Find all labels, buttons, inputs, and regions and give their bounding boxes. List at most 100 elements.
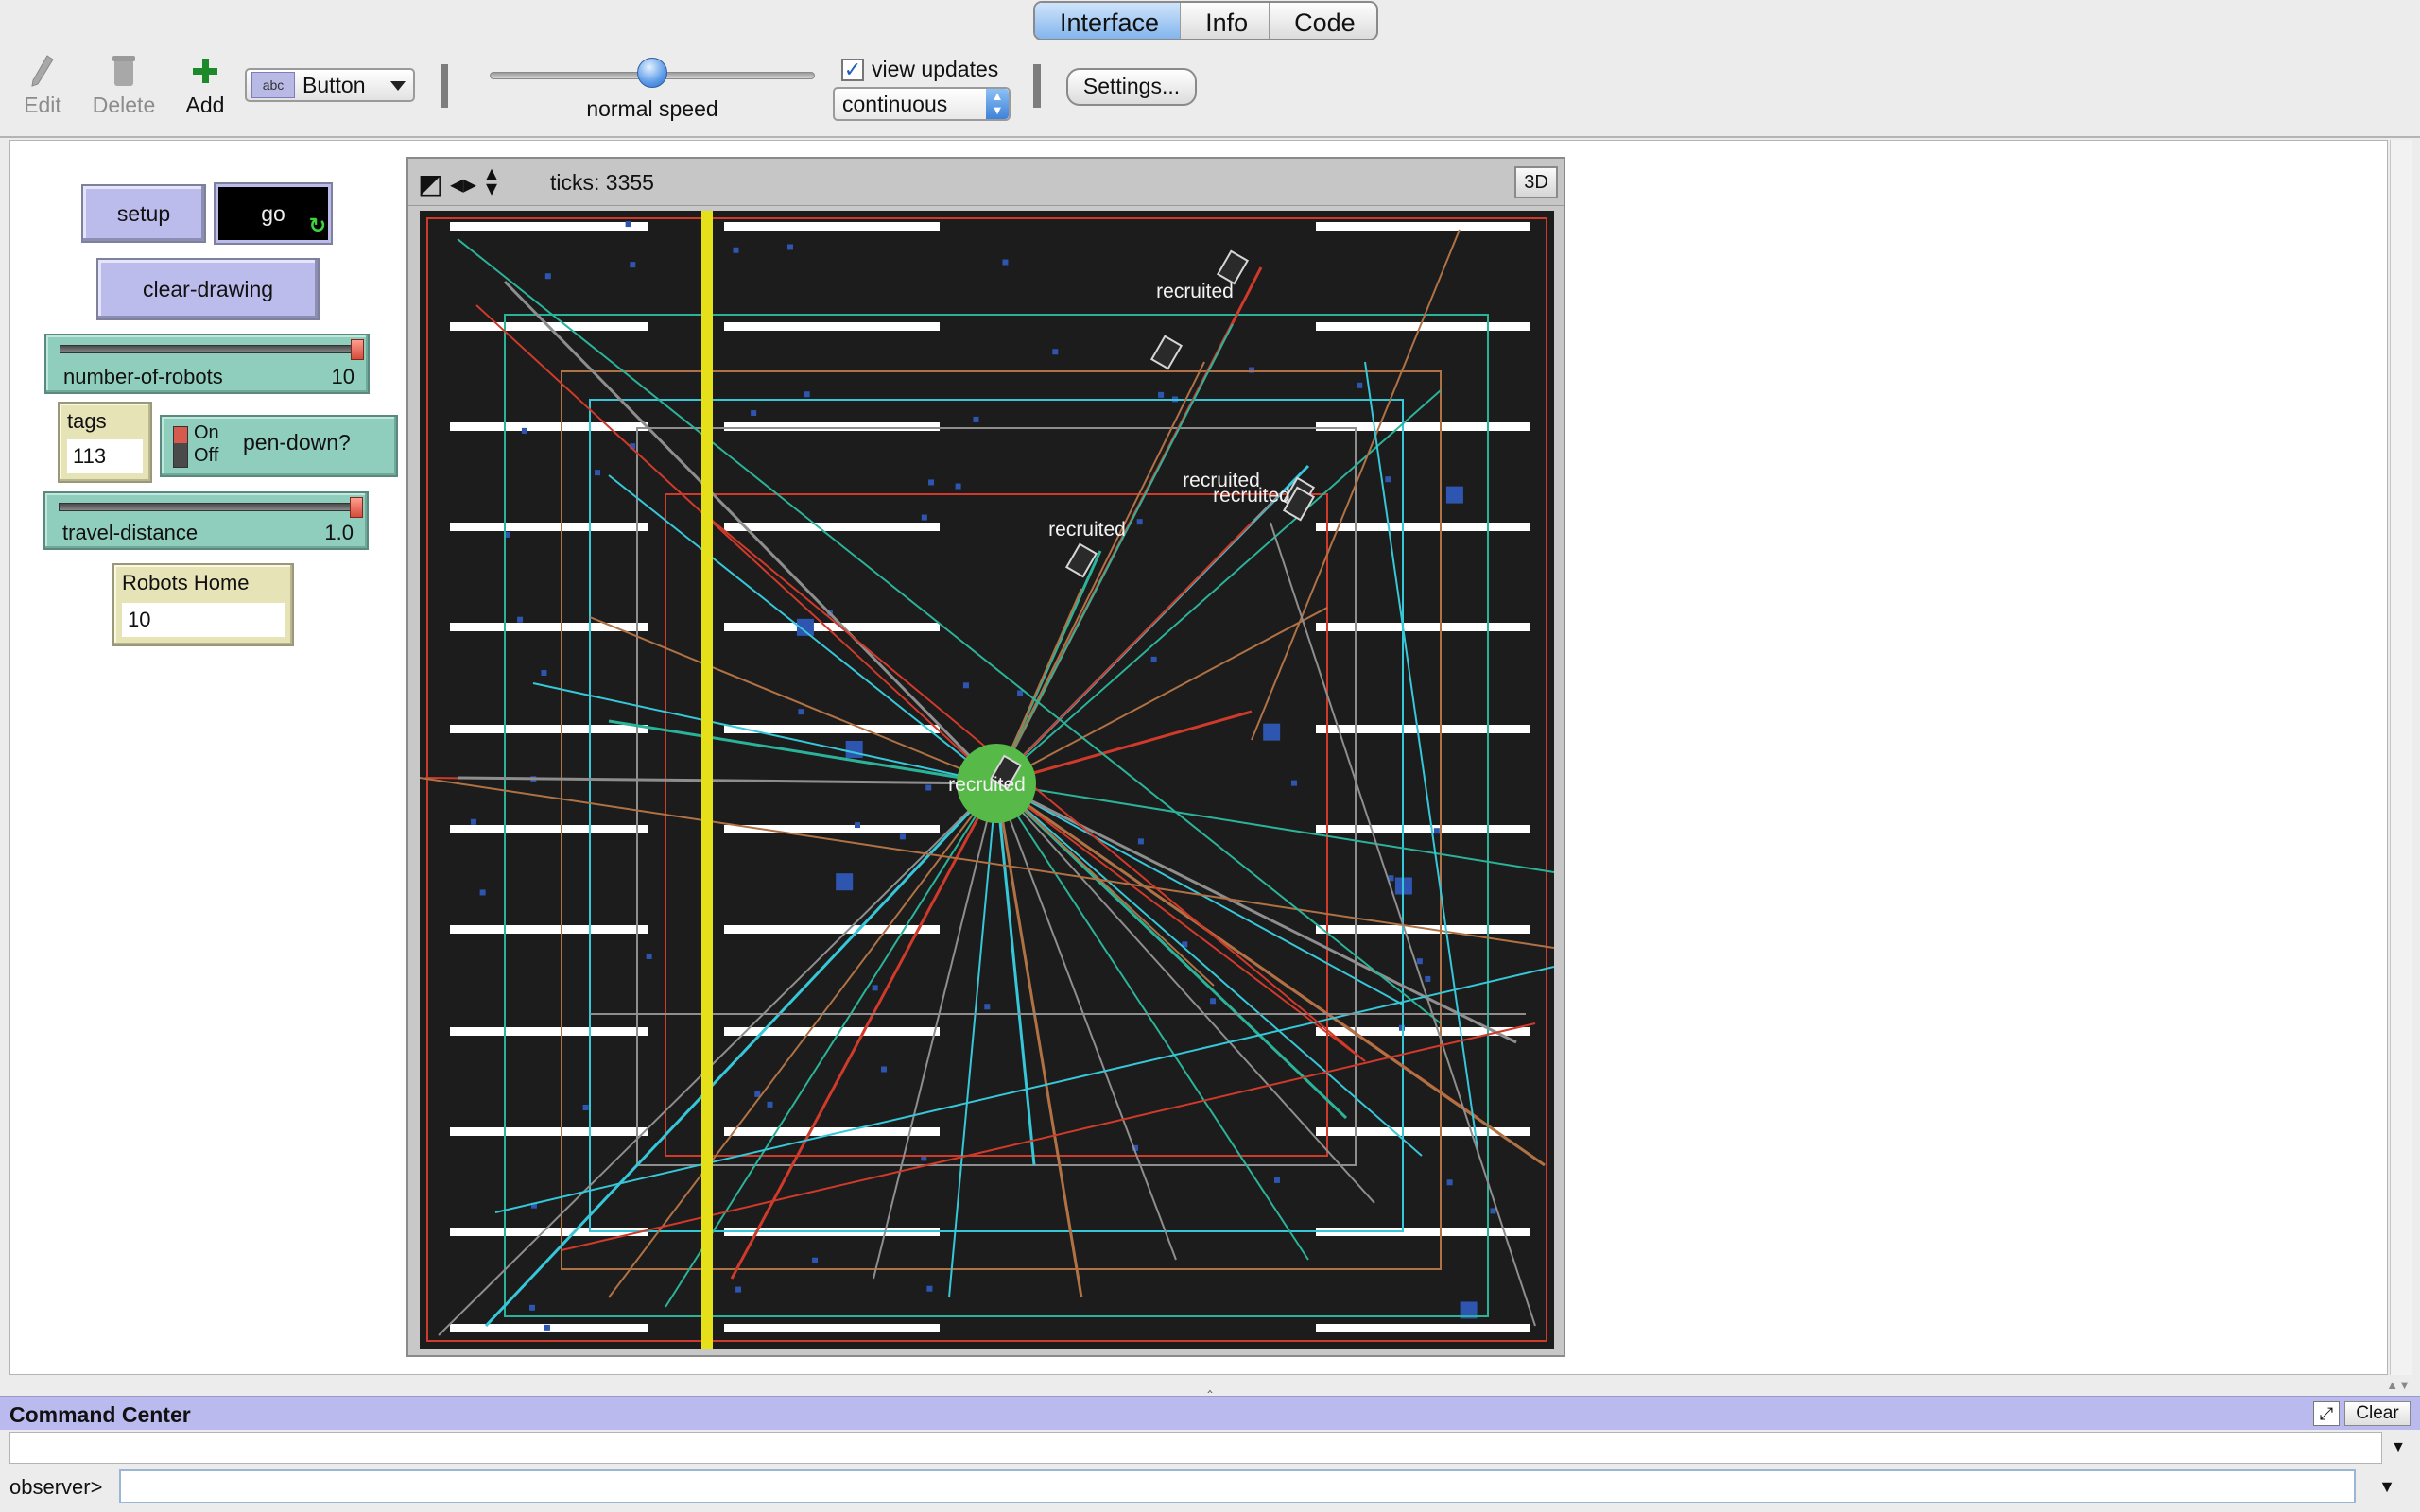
monitor-value: 113 — [67, 439, 143, 473]
add-button[interactable]: Add — [172, 49, 238, 118]
switch-lever[interactable] — [173, 426, 188, 468]
view-updates-label: view updates — [872, 57, 999, 81]
tag-marker — [926, 1285, 933, 1292]
slider-track — [59, 503, 359, 511]
tag-marker — [984, 1004, 991, 1010]
shelf — [1316, 825, 1530, 833]
tag-marker — [880, 1066, 887, 1073]
3d-view-button[interactable]: 3D — [1514, 166, 1558, 198]
shelf — [724, 1027, 940, 1036]
command-input[interactable] — [119, 1469, 2356, 1503]
tag-marker — [1137, 838, 1144, 845]
pen-down-switch[interactable]: On Off pen-down? — [160, 415, 398, 477]
tag-marker — [1357, 382, 1363, 388]
edit-button[interactable]: Edit — [9, 49, 76, 118]
shelf — [1316, 422, 1530, 431]
widget-type-select[interactable]: abc Button — [245, 68, 415, 102]
tag-marker — [928, 479, 935, 486]
tag-marker — [921, 514, 927, 521]
horizontal-resize-icon[interactable]: ◂▸ — [450, 168, 476, 199]
history-dropdown-icon[interactable]: ▼ — [2363, 1469, 2411, 1503]
tag-marker — [751, 410, 757, 417]
travel-distance-slider[interactable]: travel-distance 1.0 — [43, 491, 369, 550]
switch-name: pen-down? — [243, 430, 351, 455]
tab-info[interactable]: Info — [1181, 3, 1270, 39]
view-updates-checkbox[interactable]: ✓ view updates — [841, 57, 998, 82]
shelf — [1316, 725, 1530, 733]
button-widget-icon: abc — [251, 72, 295, 98]
tag-marker — [1002, 259, 1009, 266]
tag-marker — [1385, 476, 1392, 483]
tab-interface[interactable]: Interface — [1035, 3, 1182, 39]
splitter-arrows-icon[interactable]: ▲▼ — [2386, 1375, 2411, 1396]
robots-home-monitor: Robots Home 10 — [112, 563, 294, 646]
clear-button[interactable]: Clear — [2344, 1401, 2411, 1426]
shelf — [450, 422, 648, 431]
shelf — [450, 725, 648, 733]
command-output[interactable] — [9, 1432, 2382, 1464]
tag-marker — [1445, 486, 1463, 504]
tag-marker — [1446, 1179, 1453, 1186]
shelf — [450, 623, 648, 631]
delete-label: Delete — [92, 93, 156, 117]
resize-view-icon[interactable]: ◩ — [418, 168, 442, 199]
world-canvas[interactable]: recruitedrecruitedrecruitedrecruitedrecr… — [420, 211, 1554, 1349]
tag-marker — [899, 833, 906, 840]
tag-marker — [541, 669, 547, 676]
tag-marker — [1490, 1208, 1496, 1214]
slider-thumb[interactable] — [351, 339, 364, 360]
shelf — [450, 222, 648, 231]
slider-thumb[interactable] — [350, 497, 363, 518]
tag-marker — [1210, 998, 1217, 1005]
speed-slider-knob[interactable] — [637, 58, 667, 88]
tag-marker — [479, 889, 486, 896]
tag-marker — [582, 1104, 589, 1110]
switch-off-label: Off — [194, 445, 219, 466]
tab-code[interactable]: Code — [1270, 3, 1376, 39]
chevron-down-icon[interactable]: ▼ — [2384, 1432, 2412, 1464]
slider-name: number-of-robots — [63, 365, 223, 388]
tag-marker — [1273, 1177, 1280, 1183]
tag-marker — [1425, 975, 1431, 982]
vertical-resize-icon[interactable]: ▴ ▾ — [486, 163, 497, 200]
tag-marker — [521, 427, 527, 434]
number-of-robots-slider[interactable]: number-of-robots 10 — [44, 334, 370, 394]
robot-label: recruited — [948, 774, 1026, 796]
tag-marker — [544, 1324, 550, 1331]
tag-marker — [735, 1286, 742, 1293]
tag-marker — [733, 247, 739, 253]
pane-splitter[interactable]: ‸ ▲▼ — [0, 1375, 2420, 1396]
shelf — [450, 925, 648, 934]
shelf — [724, 322, 940, 331]
workspace-scrollbar[interactable] — [2390, 140, 2412, 1375]
view-header: ◩ ◂▸ ▴ ▾ ticks: 3355 3D — [408, 159, 1564, 206]
tags-monitor: tags 113 — [58, 402, 152, 483]
delete-button[interactable]: Delete — [91, 49, 157, 118]
tag-marker — [646, 953, 652, 959]
shelf — [724, 623, 940, 631]
tag-marker — [625, 221, 631, 228]
setup-button[interactable]: setup — [81, 184, 206, 243]
shelf — [724, 222, 940, 231]
go-button[interactable]: go ↻ — [214, 182, 333, 245]
shelf — [724, 925, 940, 934]
robot-label: recruited — [1048, 519, 1126, 541]
shelf — [450, 523, 648, 531]
popout-icon[interactable]: ⤢ — [2313, 1401, 2340, 1426]
world-view: ◩ ◂▸ ▴ ▾ ticks: 3355 3D recruited recruite… — [406, 157, 1565, 1357]
update-mode-select[interactable]: continuous ▲ ▼ — [833, 87, 1011, 121]
toolbar: Edit Delete Add abc Button — [0, 40, 2420, 138]
clear-drawing-button[interactable]: clear-drawing — [96, 258, 320, 320]
shelf — [1316, 925, 1530, 934]
tag-marker — [767, 1101, 773, 1108]
shelf — [724, 422, 940, 431]
monitor-name: tags — [67, 409, 107, 433]
tag-marker — [845, 740, 863, 758]
forever-loop-icon: ↻ — [308, 214, 326, 237]
shelf — [1316, 623, 1530, 631]
update-mode-value: continuous — [842, 92, 948, 116]
settings-button[interactable]: Settings... — [1066, 68, 1197, 106]
shelf — [724, 825, 940, 833]
command-center-title: Command Center — [9, 1402, 191, 1427]
tag-marker — [517, 616, 524, 623]
